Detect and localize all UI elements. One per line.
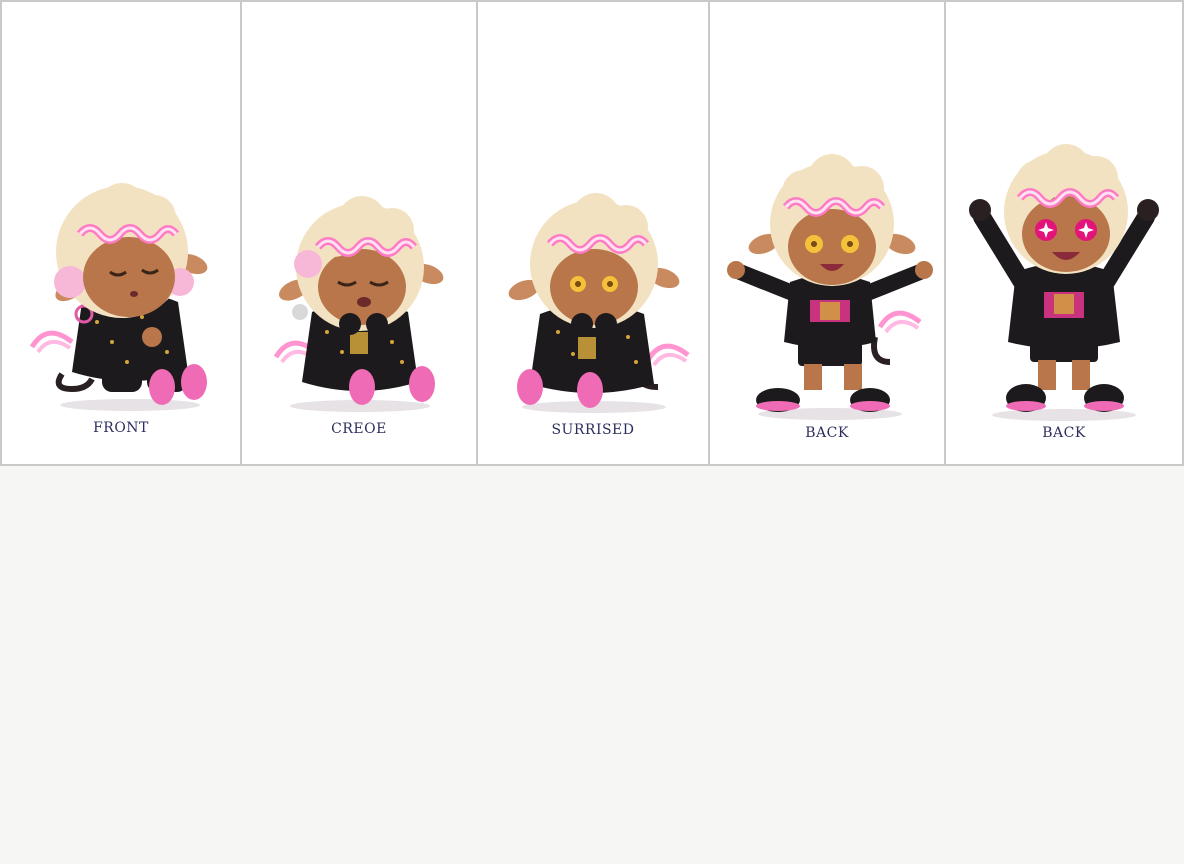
panel-label: CREOE (331, 421, 387, 437)
panel-surprised: SURRISED (478, 2, 710, 464)
panel-crying: CREOE (242, 2, 478, 464)
character-walking-happy (727, 154, 933, 420)
panel-front: FRONT (2, 2, 242, 464)
panel-label: SURRISED (551, 422, 635, 438)
character-sitting-surprised (508, 193, 690, 413)
character-sitting-crying (273, 196, 444, 412)
panel-label: FRONT (93, 420, 149, 436)
character-sitting-sleepy (29, 183, 208, 411)
character-standing-cheering (969, 144, 1159, 421)
panel-label: BACK (1042, 425, 1086, 441)
panel-back-walking: BACK (710, 2, 946, 464)
panel-label: BACK (805, 425, 849, 441)
panel-back-cheering: BACK (946, 2, 1182, 464)
character-sheet: FRONT CREOE SURRISED BACK BACK (0, 0, 1184, 466)
